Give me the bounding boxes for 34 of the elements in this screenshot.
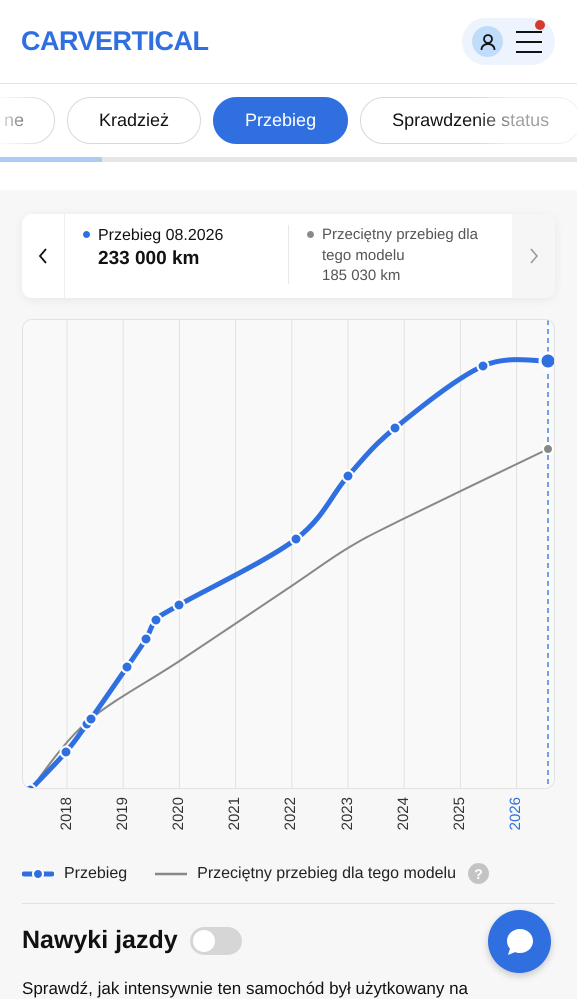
line-icon (155, 872, 188, 876)
section-title: Nawyki jazdy (22, 926, 178, 955)
menu-button[interactable] (515, 30, 543, 54)
year-label: 2024 (394, 797, 412, 830)
tab[interactable]: ne (0, 97, 55, 144)
chat-button[interactable] (488, 910, 551, 973)
selected-point[interactable] (538, 352, 554, 370)
chevron-right-icon (528, 248, 538, 264)
legend-label: Przebieg (64, 864, 128, 882)
logo: CARVERTICAL (21, 26, 209, 57)
year-label: 2019 (114, 797, 131, 830)
legend-label: Przeciętny przebieg dla tego modelu (197, 864, 456, 882)
chat-bubble-icon (504, 926, 534, 956)
year-label: 2022 (282, 797, 300, 830)
user-button[interactable] (472, 26, 503, 57)
tab[interactable]: Przebieg (213, 97, 348, 144)
series-value: 185 030 km (322, 266, 402, 286)
series-label: Przebieg 08.2026 (98, 226, 224, 246)
year-label: 2021 (226, 797, 244, 830)
chevron-left-icon (38, 248, 48, 264)
toggle-switch[interactable] (190, 926, 242, 954)
tab[interactable]: Sprawdzenie status (360, 97, 577, 144)
year-label: 2026 (507, 797, 524, 830)
person-icon (480, 32, 496, 50)
section-description: Sprawdź, jak intensywnie ten samochód był użytkowany na (22, 979, 470, 999)
year-label: 2018 (58, 797, 75, 830)
menu-icon (515, 30, 543, 54)
line-marker-icon (22, 868, 54, 880)
series-label: Przeciętny przebieg dla tego modelu (322, 225, 479, 266)
year-label: 2020 (170, 797, 187, 830)
series-value: 233 000 km (98, 247, 200, 271)
year-label: 2025 (450, 797, 468, 830)
year-label: 2023 (338, 797, 356, 830)
tab[interactable]: Kradzież (67, 97, 202, 144)
